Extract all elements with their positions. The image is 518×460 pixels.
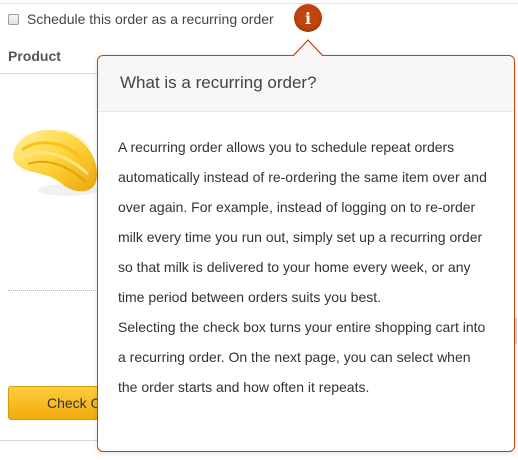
header-divider [0, 73, 100, 74]
recurring-order-label[interactable]: Schedule this order as a recurring order [27, 11, 274, 27]
recurring-order-row: Schedule this order as a recurring order [8, 8, 274, 30]
popover-paragraph: A recurring order allows you to schedule… [118, 139, 487, 305]
butter-curl-image [13, 129, 98, 196]
popover-header: What is a recurring order? [98, 56, 514, 112]
top-divider [0, 3, 518, 4]
info-icon[interactable]: i [294, 4, 322, 32]
recurring-order-popover: What is a recurring order? A recurring o… [97, 55, 515, 452]
product-column-header: Product [8, 48, 61, 64]
row-separator [8, 290, 100, 291]
recurring-order-checkbox[interactable] [8, 13, 19, 25]
bottom-divider [0, 440, 100, 441]
popover-paragraph: Selecting the check box turns your entir… [118, 319, 486, 395]
scrollbar-thumb[interactable] [515, 318, 517, 344]
popover-body: A recurring order allows you to schedule… [98, 112, 514, 402]
popover-title: What is a recurring order? [120, 73, 317, 92]
popover-arrow [292, 39, 324, 56]
